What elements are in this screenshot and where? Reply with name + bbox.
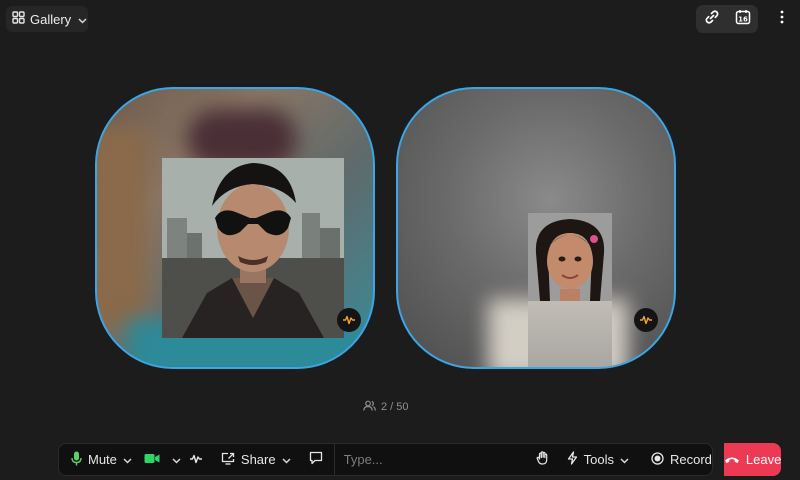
participant-avatar — [528, 213, 612, 301]
record-button[interactable]: Record — [639, 444, 724, 475]
more-vertical-icon[interactable] — [780, 10, 784, 29]
toolbar-divider — [333, 443, 335, 476]
audio-level-button[interactable] — [185, 444, 211, 475]
top-right-actions: 16 — [696, 5, 758, 33]
chevron-down-icon[interactable] — [172, 452, 181, 467]
participant-count: 2 / 50 — [363, 400, 409, 414]
microphone-icon — [71, 451, 82, 469]
users-icon — [363, 400, 376, 414]
chat-icon[interactable] — [309, 451, 323, 468]
tools-button[interactable]: Tools — [557, 444, 639, 475]
view-selector-label: Gallery — [30, 11, 72, 27]
record-label: Record — [669, 452, 712, 467]
tools-label: Tools — [583, 452, 614, 467]
chevron-down-icon[interactable] — [123, 452, 132, 467]
leave-button[interactable]: Leave — [723, 443, 782, 476]
mute-label: Mute — [88, 452, 117, 467]
record-icon — [651, 451, 664, 468]
participant-count-text: 2 / 50 — [381, 401, 409, 413]
calendar-day: 16 — [738, 15, 748, 23]
audio-wave-icon — [189, 452, 203, 467]
calendar-icon[interactable]: 16 — [735, 9, 751, 30]
mute-button[interactable]: Mute — [59, 444, 140, 475]
chevron-down-icon[interactable] — [620, 452, 629, 467]
camera-button[interactable] — [140, 444, 185, 475]
video-camera-icon — [144, 452, 160, 467]
screen-share-icon — [221, 452, 235, 468]
participant-tile[interactable] — [396, 87, 676, 369]
meeting-stage: Gallery 16 2 / 50 Mute Share Type... Too… — [0, 0, 800, 480]
grid-icon — [12, 11, 25, 27]
participant-avatar — [162, 158, 344, 338]
audio-wave-icon — [634, 308, 658, 332]
view-selector-button[interactable]: Gallery — [6, 6, 88, 32]
share-button[interactable]: Share — [211, 444, 301, 475]
participant-tile[interactable] — [95, 87, 375, 369]
chevron-down-icon — [78, 12, 87, 27]
chat-area — [301, 443, 528, 476]
phone-hangup-icon — [724, 452, 740, 467]
call-toolbar: Mute Share Type... Tools Record Leave — [58, 443, 782, 476]
chat-message-input[interactable] — [343, 452, 520, 467]
raise-hand-button[interactable] — [528, 444, 557, 475]
chevron-down-icon[interactable] — [282, 452, 291, 467]
leave-label: Leave — [745, 452, 782, 467]
share-label: Share — [240, 452, 276, 467]
lightning-icon — [567, 451, 578, 468]
audio-wave-icon — [337, 308, 361, 332]
hand-icon — [536, 451, 549, 468]
link-icon[interactable] — [704, 9, 720, 30]
video-background — [97, 129, 147, 329]
